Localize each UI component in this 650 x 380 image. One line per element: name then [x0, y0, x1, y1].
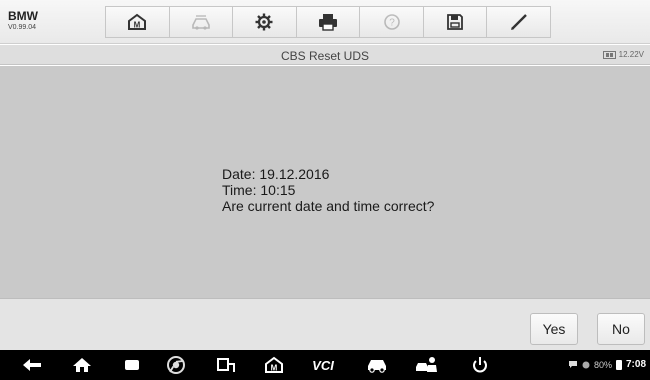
save-icon — [447, 14, 464, 30]
vci-connect-icon — [217, 358, 235, 372]
save-button[interactable] — [423, 7, 488, 37]
status-area: 80% 7:08 — [568, 359, 646, 370]
action-bar: Yes No — [0, 298, 650, 350]
car-battery-icon — [602, 50, 616, 59]
vehicle-swap-icon — [192, 15, 210, 30]
notification-icon — [582, 361, 590, 368]
help-icon: ? — [383, 14, 400, 30]
page-title: CBS Reset UDS — [280, 49, 370, 63]
vehicle-button[interactable] — [364, 356, 390, 374]
pen-icon — [510, 14, 527, 30]
svg-text:M: M — [271, 364, 278, 373]
system-home-button[interactable] — [70, 356, 94, 374]
power-icon — [473, 357, 487, 373]
svg-text:M: M — [134, 21, 141, 30]
message-icon — [568, 361, 577, 368]
software-version: V0.99.04 — [8, 24, 37, 31]
home-icon — [73, 358, 91, 372]
no-button[interactable]: No — [597, 313, 645, 345]
function-title-bar: CBS Reset UDS 12.22V — [0, 45, 650, 65]
gear-icon — [255, 13, 273, 31]
vehicle-swap-button[interactable] — [169, 7, 234, 37]
brand-name: BMW — [8, 9, 38, 23]
confirmation-message: Date: 19.12.2016 Time: 10:15 Are current… — [222, 166, 434, 214]
time-line: Time: 10:15 — [222, 182, 296, 198]
mechanic-icon — [416, 357, 437, 372]
browser-button[interactable] — [164, 356, 188, 374]
battery-icon — [615, 359, 622, 370]
service-button[interactable] — [414, 356, 440, 374]
battery-percent: 80% — [593, 359, 612, 370]
vci-icon: VCI — [312, 357, 334, 373]
back-icon — [23, 359, 41, 371]
svg-text:?: ? — [389, 18, 395, 29]
voltage-value: 12.22V — [618, 50, 644, 59]
help-button[interactable]: ? — [360, 7, 424, 37]
printer-icon — [319, 14, 338, 31]
question-line: Are current date and time correct? — [222, 198, 435, 214]
date-line: Date: 19.12.2016 — [222, 166, 330, 182]
settings-button[interactable] — [233, 7, 297, 37]
edit-button[interactable] — [487, 7, 551, 37]
vci-connect-button[interactable] — [214, 356, 238, 374]
tool-buttons: M ? — [105, 6, 551, 38]
vci-button[interactable]: VCI — [306, 356, 340, 374]
vehicle-brand: BMW V0.99.04 — [8, 10, 38, 33]
autel-home-button[interactable]: M — [262, 356, 286, 374]
print-button[interactable] — [296, 7, 361, 37]
vehicle-voltage: 12.22V — [602, 50, 644, 59]
message-area: Date: 19.12.2016 Time: 10:15 Are current… — [0, 66, 650, 298]
chrome-icon — [167, 356, 185, 374]
home-button[interactable]: M — [106, 7, 170, 37]
system-nav-bar: M VCI 80% 7:08 — [0, 350, 650, 380]
car-icon — [368, 360, 386, 373]
back-button[interactable] — [20, 356, 44, 374]
yes-button[interactable]: Yes — [530, 313, 578, 345]
home-icon: M — [128, 13, 147, 30]
clock: 7:08 — [625, 359, 646, 370]
top-toolbar: BMW V0.99.04 M ? — [0, 0, 650, 44]
power-button[interactable] — [468, 356, 492, 374]
autel-home-icon: M — [265, 356, 283, 373]
recent-apps-button[interactable] — [120, 356, 144, 374]
recent-apps-icon — [125, 360, 139, 370]
